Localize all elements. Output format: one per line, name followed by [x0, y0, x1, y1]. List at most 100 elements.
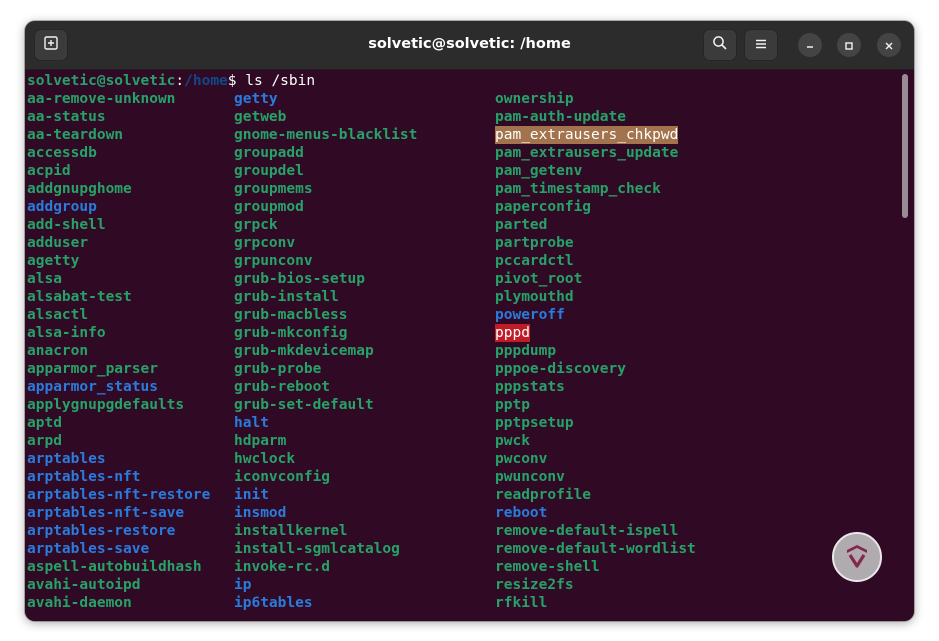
file-entry: acpid: [27, 163, 71, 179]
menu-button[interactable]: [744, 29, 778, 61]
file-entry: alsa-info: [27, 325, 106, 341]
file-entry: gnome-menus-blacklist: [234, 127, 418, 143]
terminal-output[interactable]: solvetic@solvetic:/home$ ls /sbin aa-rem…: [25, 70, 914, 621]
file-entry: invoke-rc.d: [234, 559, 331, 575]
file-entry: remove-shell: [495, 559, 600, 575]
file-entry: poweroff: [495, 307, 565, 323]
file-entry: grpconv: [234, 235, 296, 251]
file-entry: groupdel: [234, 163, 304, 179]
file-entry: alsactl: [27, 307, 89, 323]
watermark-logo: [832, 532, 882, 582]
maximize-icon: [844, 36, 854, 55]
file-entry: pwconv: [495, 451, 548, 467]
file-entry: grub-bios-setup: [234, 271, 365, 287]
minimize-icon: [805, 36, 815, 55]
file-entry: arptables-save: [27, 541, 150, 557]
file-entry: grub-probe: [234, 361, 322, 377]
prompt-path: /home: [184, 73, 228, 89]
file-entry: init: [234, 487, 269, 503]
file-entry: ip6tables: [234, 595, 313, 611]
file-entry: arptables-nft: [27, 469, 141, 485]
file-entry: resize2fs: [495, 577, 574, 593]
file-entry: getweb: [234, 109, 287, 125]
file-entry: plymouthd: [495, 289, 574, 305]
file-entry: install-sgmlcatalog: [234, 541, 400, 557]
file-entry: pam_getenv: [495, 163, 583, 179]
file-entry: remove-default-ispell: [495, 523, 679, 539]
file-entry: arpd: [27, 433, 62, 449]
close-icon: [884, 36, 894, 55]
file-entry: ip: [234, 577, 252, 593]
file-entry: hwclock: [234, 451, 296, 467]
file-entry: pwck: [495, 433, 530, 449]
file-entry: apparmor_status: [27, 379, 158, 395]
command-prompt-line: solvetic@solvetic:/home$ ls /sbin: [27, 72, 315, 90]
file-entry: halt: [234, 415, 269, 431]
search-icon: [712, 35, 728, 55]
file-entry: iconvconfig: [234, 469, 331, 485]
file-entry: arptables-nft-save: [27, 505, 185, 521]
file-entry: groupmod: [234, 199, 304, 215]
file-entry: installkernel: [234, 523, 348, 539]
file-entry: pam_timestamp_check: [495, 181, 661, 197]
file-entry: grpunconv: [234, 253, 313, 269]
file-entry: arptables-restore: [27, 523, 176, 539]
file-entry: rfkill: [495, 595, 548, 611]
file-entry: aa-status: [27, 109, 106, 125]
file-entry: remove-default-wordlist: [495, 541, 696, 557]
file-entry: pivot_root: [495, 271, 583, 287]
solvetic-logo-icon: [842, 540, 872, 574]
file-entry: reboot: [495, 505, 548, 521]
file-entry: addgroup: [27, 199, 97, 215]
file-entry: insmod: [234, 505, 287, 521]
file-entry: arptables: [27, 451, 106, 467]
file-entry: paperconfig: [495, 199, 592, 215]
file-entry: pppdump: [495, 343, 557, 359]
file-entry: anacron: [27, 343, 89, 359]
title-bar: solvetic@solvetic: /home: [25, 21, 914, 70]
file-entry: pam_extrausers_chkpwd: [495, 126, 679, 144]
file-entry: adduser: [27, 235, 89, 251]
prompt-command: $ ls /sbin: [227, 73, 316, 89]
prompt-separator: :: [175, 73, 185, 89]
hamburger-menu-icon: [754, 36, 768, 55]
file-entry: agetty: [27, 253, 80, 269]
file-entry: grub-set-default: [234, 397, 374, 413]
file-entry: aptd: [27, 415, 62, 431]
file-entry: alsabat-test: [27, 289, 132, 305]
file-entry: pppoe-discovery: [495, 361, 626, 377]
search-button[interactable]: [703, 29, 737, 61]
file-entry: grub-mkconfig: [234, 325, 348, 341]
file-entry: partprobe: [495, 235, 574, 251]
file-entry: apparmor_parser: [27, 361, 158, 377]
file-entry: grub-mkdevicemap: [234, 343, 374, 359]
file-entry: pppd: [495, 324, 530, 342]
file-entry: aa-remove-unknown: [27, 91, 176, 107]
file-entry: grub-macbless: [234, 307, 348, 323]
file-entry: pppstats: [495, 379, 565, 395]
scrollbar-thumb[interactable]: [902, 74, 908, 218]
file-entry: aspell-autobuildhash: [27, 559, 202, 575]
file-entry: pptpsetup: [495, 415, 574, 431]
file-entry: add-shell: [27, 217, 106, 233]
terminal-window: solvetic@solvetic: /home solvetic@solvet…: [25, 21, 914, 621]
file-entry: groupadd: [234, 145, 304, 161]
file-entry: pccardctl: [495, 253, 574, 269]
maximize-button[interactable]: [837, 33, 861, 57]
minimize-button[interactable]: [798, 33, 822, 57]
file-entry: grub-reboot: [234, 379, 331, 395]
file-entry: getty: [234, 91, 278, 107]
file-entry: hdparm: [234, 433, 287, 449]
file-entry: grpck: [234, 217, 278, 233]
file-entry: grub-install: [234, 289, 339, 305]
file-entry: avahi-autoipd: [27, 577, 141, 593]
file-entry: pam_extrausers_update: [495, 145, 679, 161]
close-button[interactable]: [877, 33, 901, 57]
file-entry: applygnupgdefaults: [27, 397, 185, 413]
file-entry: ownership: [495, 91, 574, 107]
window-title: solvetic@solvetic: /home: [368, 36, 571, 52]
file-entry: arptables-nft-restore: [27, 487, 211, 503]
file-entry: readprofile: [495, 487, 592, 503]
file-entry: parted: [495, 217, 548, 233]
file-entry: addgnupghome: [27, 181, 132, 197]
